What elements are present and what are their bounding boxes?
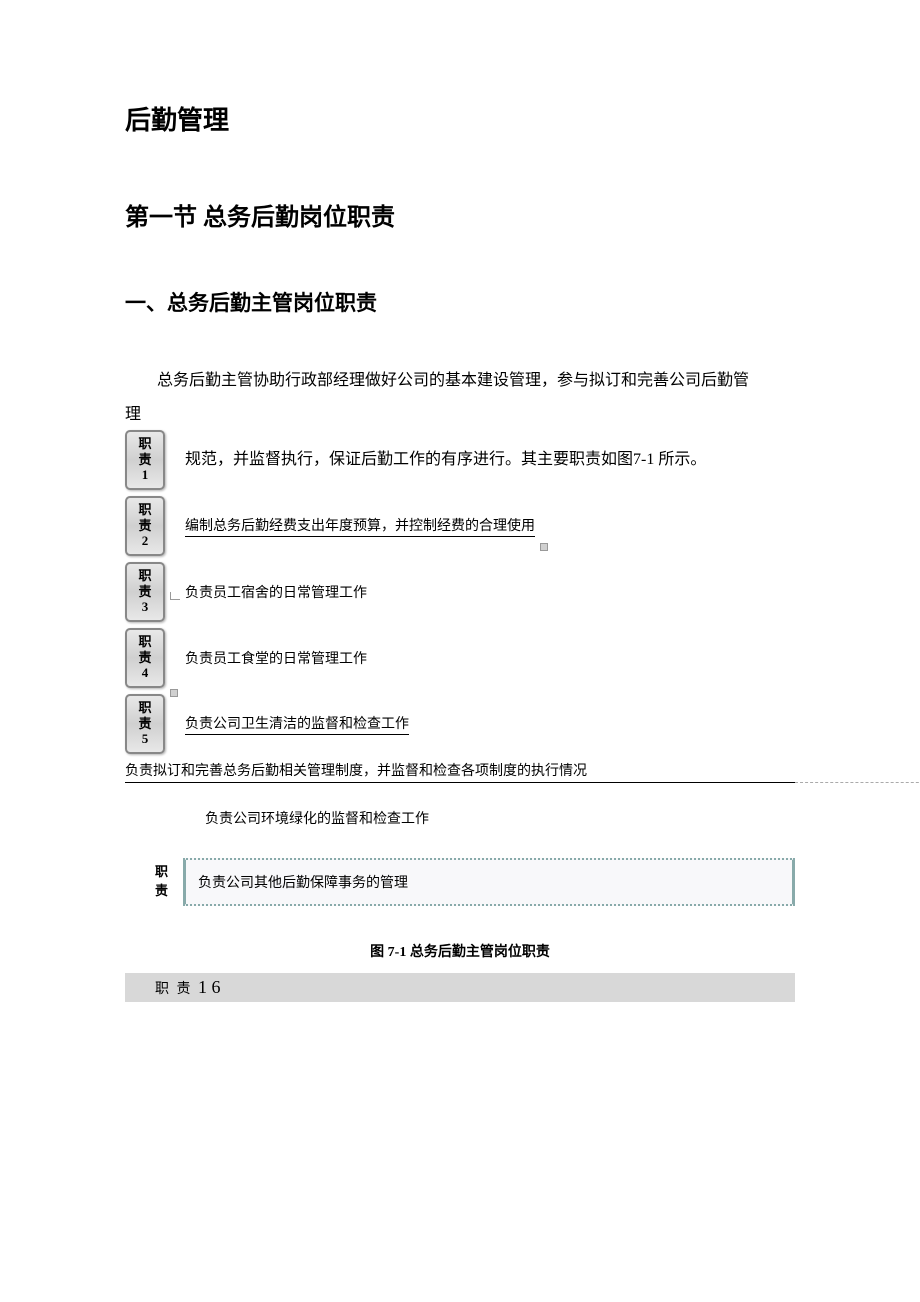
footer-bar: 职 责 1 6 bbox=[125, 973, 795, 1002]
wide-badge-label: 职 责 bbox=[155, 863, 168, 899]
badge-prefix-2: 责 bbox=[138, 584, 151, 600]
duty-text-2: 编制总务后勤经费支出年度预算，并控制经费的合理使用 bbox=[185, 515, 535, 537]
duty-badge-1: 职 责 1 bbox=[125, 430, 165, 490]
badge-prefix-1: 职 bbox=[138, 502, 151, 518]
duty-text-5: 负责公司卫生清洁的监督和检查工作 bbox=[185, 713, 409, 735]
duties-diagram: 职 责 1 规范，并监督执行，保证后勤工作的有序进行。其主要职责如图7-1 所示… bbox=[125, 430, 795, 1002]
badge-number-3: 3 bbox=[142, 599, 149, 615]
badge-prefix-2: 责 bbox=[138, 650, 151, 666]
badge-prefix-2: 责 bbox=[138, 452, 151, 468]
badge-number-1: 1 bbox=[142, 467, 149, 483]
duty-row-other: 职 责 负责公司其他后勤保障事务的管理 bbox=[155, 858, 795, 906]
badge-number-2: 2 bbox=[142, 533, 149, 549]
connector-line bbox=[170, 592, 180, 600]
wide-badge-l2: 责 bbox=[155, 882, 168, 900]
duty-row-4: 职 责 4 负责员工食堂的日常管理工作 bbox=[125, 628, 795, 688]
duty-badge-5: 职 责 5 bbox=[125, 694, 165, 754]
badge-prefix-1: 职 bbox=[138, 436, 151, 452]
duty-badge-2: 职 责 2 bbox=[125, 496, 165, 556]
intro-paragraph-line-1: 总务后勤主管协助行政部经理做好公司的基本建设管理，参与拟订和完善公司后勤管 bbox=[125, 367, 795, 396]
badge-prefix-1: 职 bbox=[138, 634, 151, 650]
page-title: 后勤管理 bbox=[125, 100, 795, 137]
duty-badge-3: 职 责 3 bbox=[125, 562, 165, 622]
duty-row-5: 职 责 5 负责公司卫生清洁的监督和检查工作 bbox=[125, 694, 795, 754]
badge-prefix-2: 责 bbox=[138, 716, 151, 732]
badge-number-5: 5 bbox=[142, 731, 149, 747]
footer-prefix: 职 责 bbox=[155, 982, 198, 997]
badge-number-4: 4 bbox=[142, 665, 149, 681]
duty-badge-4: 职 责 4 bbox=[125, 628, 165, 688]
intro-paragraph-line-2: 理 bbox=[125, 401, 795, 430]
connector-icon bbox=[540, 543, 548, 551]
badge-prefix-1: 职 bbox=[138, 700, 151, 716]
figure-caption: 图 7-1 总务后勤主管岗位职责 bbox=[125, 941, 795, 961]
duty-text-4: 负责员工食堂的日常管理工作 bbox=[185, 648, 367, 668]
duty-row-1: 职 责 1 规范，并监督执行，保证后勤工作的有序进行。其主要职责如图7-1 所示… bbox=[125, 430, 795, 490]
duty-text-3: 负责员工宿舍的日常管理工作 bbox=[185, 582, 367, 602]
subsection-title: 一、总务后勤主管岗位职责 bbox=[125, 287, 795, 317]
duty-text-8: 负责公司其他后勤保障事务的管理 bbox=[183, 858, 795, 906]
badge-prefix-1: 职 bbox=[138, 568, 151, 584]
badge-prefix-2: 责 bbox=[138, 518, 151, 534]
duty-text-7: 负责公司环境绿化的监督和检查工作 bbox=[205, 808, 795, 828]
footer-nums: 1 6 bbox=[198, 977, 221, 997]
duty-text-6: 负责拟订和完善总务后勤相关管理制度，并监督和检查各项制度的执行情况 bbox=[125, 760, 795, 783]
connector-icon bbox=[170, 689, 178, 697]
wide-badge-l1: 职 bbox=[155, 863, 168, 881]
duty-row-2: 职 责 2 编制总务后勤经费支出年度预算，并控制经费的合理使用 bbox=[125, 496, 795, 556]
section-title: 第一节 总务后勤岗位职责 bbox=[125, 197, 795, 232]
intro-paragraph-line-3: 规范，并监督执行，保证后勤工作的有序进行。其主要职责如图7-1 所示。 bbox=[185, 447, 706, 473]
duty-row-3: 职 责 3 负责员工宿舍的日常管理工作 bbox=[125, 562, 795, 622]
